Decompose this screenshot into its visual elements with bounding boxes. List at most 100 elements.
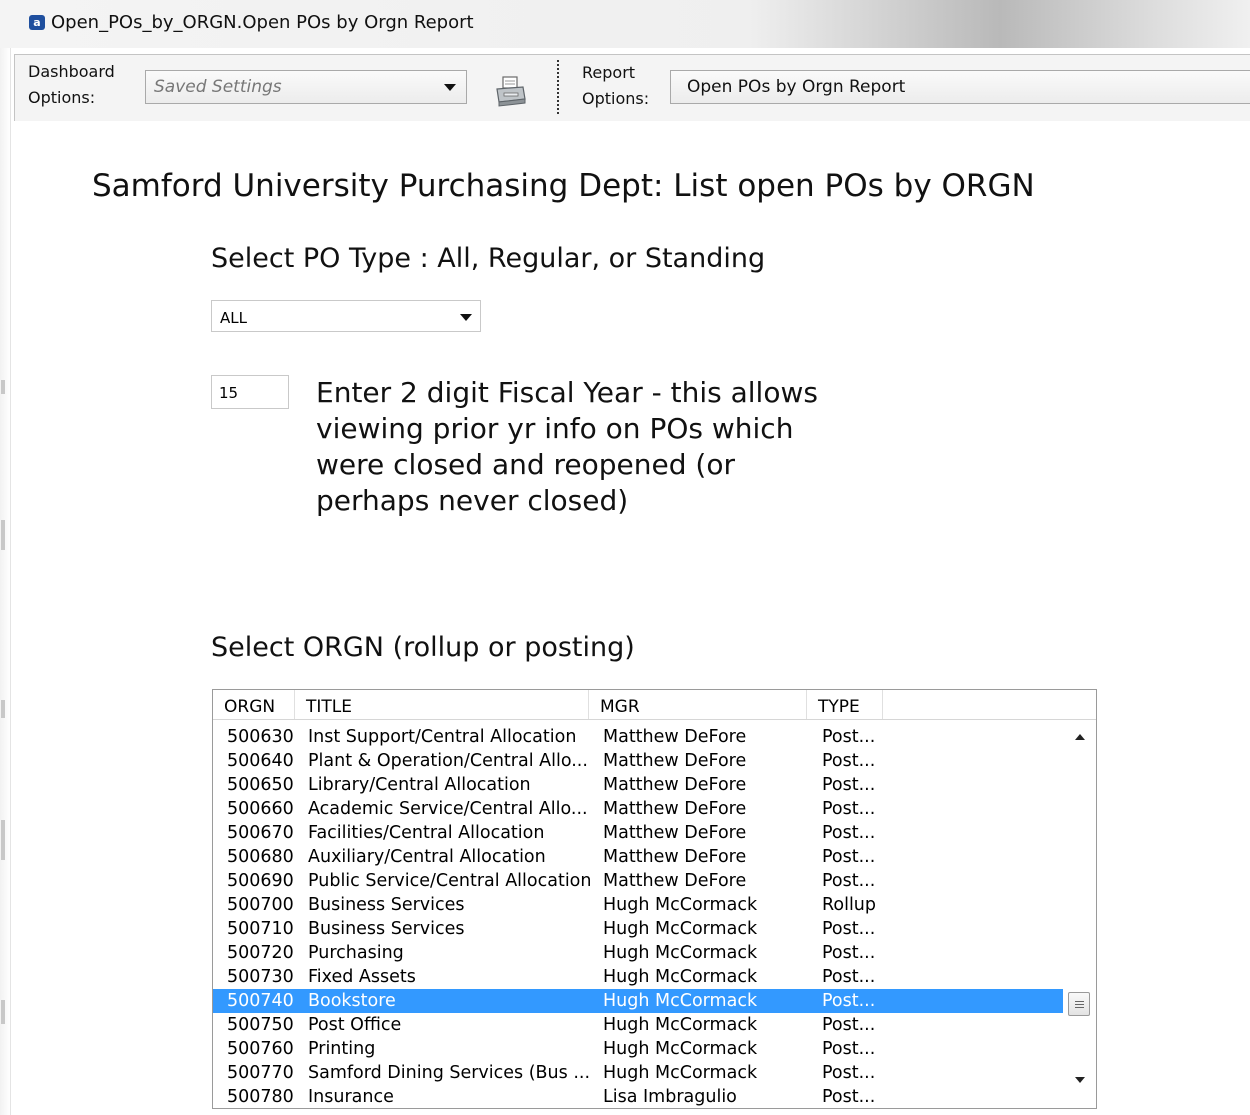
table-row[interactable]: 500780 Insurance Lisa Imbragulio Post... [213, 1085, 1063, 1108]
cell-title: Samford Dining Services (Bus ... [308, 1063, 591, 1083]
saved-settings-value: Saved Settings [154, 77, 282, 97]
cell-orgn: 500780 [227, 1087, 294, 1107]
cell-type: Post... [822, 847, 876, 867]
table-row[interactable]: 500720 Purchasing Hugh McCormack Post... [213, 941, 1063, 965]
cell-type: Rollup [822, 895, 877, 915]
cell-type: Post... [822, 1063, 876, 1083]
cell-type: Post... [822, 967, 876, 987]
cell-orgn: 500660 [227, 799, 294, 819]
column-header-title[interactable]: TITLE [295, 690, 589, 719]
cell-type: Post... [822, 823, 876, 843]
cell-mgr: Hugh McCormack [603, 1015, 758, 1035]
cell-type: Post... [822, 991, 876, 1011]
fiscal-year-instructions: Enter 2 digit Fiscal Year - this allows … [316, 376, 818, 517]
cell-title: Bookstore [308, 991, 396, 1011]
cell-type: Post... [822, 1087, 876, 1107]
title-bar[interactable]: a Open_POs_by_ORGN.Open POs by Orgn Repo… [0, 0, 1250, 48]
cell-type: Post... [822, 919, 876, 939]
column-header-orgn[interactable]: ORGN [213, 690, 295, 719]
cell-orgn: 500710 [227, 919, 294, 939]
page-title: Samford University Purchasing Dept: List… [92, 168, 1035, 204]
toolbar-separator [557, 60, 559, 114]
scroll-thumb[interactable] [1068, 992, 1090, 1016]
cell-title: Business Services [308, 895, 465, 915]
cell-orgn: 500740 [227, 991, 294, 1011]
cell-title: Plant & Operation/Central Allo... [308, 751, 588, 771]
cell-mgr: Matthew DeFore [603, 727, 747, 747]
cell-title: Library/Central Allocation [308, 775, 531, 795]
cell-type: Post... [822, 1015, 876, 1035]
cell-title: Purchasing [308, 943, 404, 963]
cell-type: Post... [822, 775, 876, 795]
cell-title: Business Services [308, 919, 465, 939]
cell-mgr: Lisa Imbragulio [603, 1087, 737, 1107]
cell-mgr: Matthew DeFore [603, 871, 747, 891]
cell-title: Auxiliary/Central Allocation [308, 847, 546, 867]
chevron-down-icon [460, 314, 472, 321]
cell-orgn: 500720 [227, 943, 294, 963]
report-options-dropdown[interactable]: Open POs by Orgn Report [670, 70, 1250, 104]
cell-orgn: 500700 [227, 895, 294, 915]
cell-orgn: 500670 [227, 823, 294, 843]
cell-orgn: 500650 [227, 775, 294, 795]
cell-type: Post... [822, 943, 876, 963]
table-row[interactable]: 500750 Post Office Hugh McCormack Post... [213, 1013, 1063, 1037]
cell-mgr: Matthew DeFore [603, 751, 747, 771]
cell-mgr: Hugh McCormack [603, 919, 758, 939]
cell-orgn: 500630 [227, 727, 294, 747]
column-header-type[interactable]: TYPE [807, 690, 883, 719]
list-scrollbar[interactable] [1063, 720, 1095, 1108]
po-type-value: ALL [220, 309, 247, 327]
scroll-up-icon[interactable] [1075, 734, 1085, 740]
cell-orgn: 500640 [227, 751, 294, 771]
cell-title: Public Service/Central Allocation [308, 871, 592, 891]
table-row[interactable]: 500630 Inst Support/Central Allocation Mat… [213, 725, 1063, 749]
orgn-label: Select ORGN (rollup or posting) [211, 632, 635, 663]
po-type-dropdown[interactable]: ALL [211, 300, 481, 332]
table-row[interactable]: 500730 Fixed Assets Hugh McCormack Post... [213, 965, 1063, 989]
cell-title: Inst Support/Central Allocation [308, 727, 577, 747]
column-header-mgr[interactable]: MGR [589, 690, 807, 719]
cell-mgr: Matthew DeFore [603, 799, 747, 819]
table-row[interactable]: 500680 Auxiliary/Central Allocation Matthe… [213, 845, 1063, 869]
cell-mgr: Hugh McCormack [603, 967, 758, 987]
dashboard-options-label: Dashboard Options: [28, 62, 115, 107]
cell-title: Facilities/Central Allocation [308, 823, 545, 843]
table-row[interactable]: 500710 Business Services Hugh McCormack Pos… [213, 917, 1063, 941]
cell-mgr: Matthew DeFore [603, 775, 747, 795]
cell-type: Post... [822, 727, 876, 747]
cell-mgr: Matthew DeFore [603, 823, 747, 843]
cell-mgr: Hugh McCormack [603, 895, 758, 915]
table-row[interactable]: 500640 Plant & Operation/Central Allo... M… [213, 749, 1063, 773]
saved-settings-dropdown[interactable]: Saved Settings [145, 70, 467, 104]
cell-orgn: 500690 [227, 871, 294, 891]
cell-type: Post... [822, 799, 876, 819]
cell-title: Fixed Assets [308, 967, 416, 987]
table-row[interactable]: 500740 Bookstore Hugh McCormack Post... [213, 989, 1063, 1013]
table-row[interactable]: 500660 Academic Service/Central Allo... Ma… [213, 797, 1063, 821]
cell-orgn: 500770 [227, 1063, 294, 1083]
printer-icon[interactable] [494, 75, 528, 107]
table-row[interactable]: 500650 Library/Central Allocation Matthew … [213, 773, 1063, 797]
table-row[interactable]: 500770 Samford Dining Services (Bus ... Hu… [213, 1061, 1063, 1085]
cell-orgn: 500680 [227, 847, 294, 867]
po-type-label: Select PO Type : All, Regular, or Standi… [211, 243, 766, 274]
cell-type: Post... [822, 751, 876, 771]
cell-type: Post... [822, 1039, 876, 1059]
orgn-listbox[interactable]: ORGN TITLE MGR TYPE 500630 Inst Support/C… [212, 689, 1097, 1109]
table-row[interactable]: 500700 Business Services Hugh McCormack Rol… [213, 893, 1063, 917]
cell-mgr: Matthew DeFore [603, 847, 747, 867]
cell-orgn: 500730 [227, 967, 294, 987]
table-row[interactable]: 500670 Facilities/Central Allocation Matth… [213, 821, 1063, 845]
app-icon: a [29, 15, 45, 30]
table-row[interactable]: 500760 Printing Hugh McCormack Post... [213, 1037, 1063, 1061]
chevron-down-icon [444, 84, 456, 91]
cell-title: Printing [308, 1039, 376, 1059]
window-title: Open_POs_by_ORGN.Open POs by Orgn Report [51, 12, 474, 33]
scroll-down-icon[interactable] [1075, 1077, 1085, 1083]
cell-mgr: Hugh McCormack [603, 1039, 758, 1059]
cell-orgn: 500760 [227, 1039, 294, 1059]
table-row[interactable]: 500690 Public Service/Central Allocation M… [213, 869, 1063, 893]
window-left-edge [0, 0, 11, 1115]
fiscal-year-input[interactable]: 15 [211, 375, 289, 409]
